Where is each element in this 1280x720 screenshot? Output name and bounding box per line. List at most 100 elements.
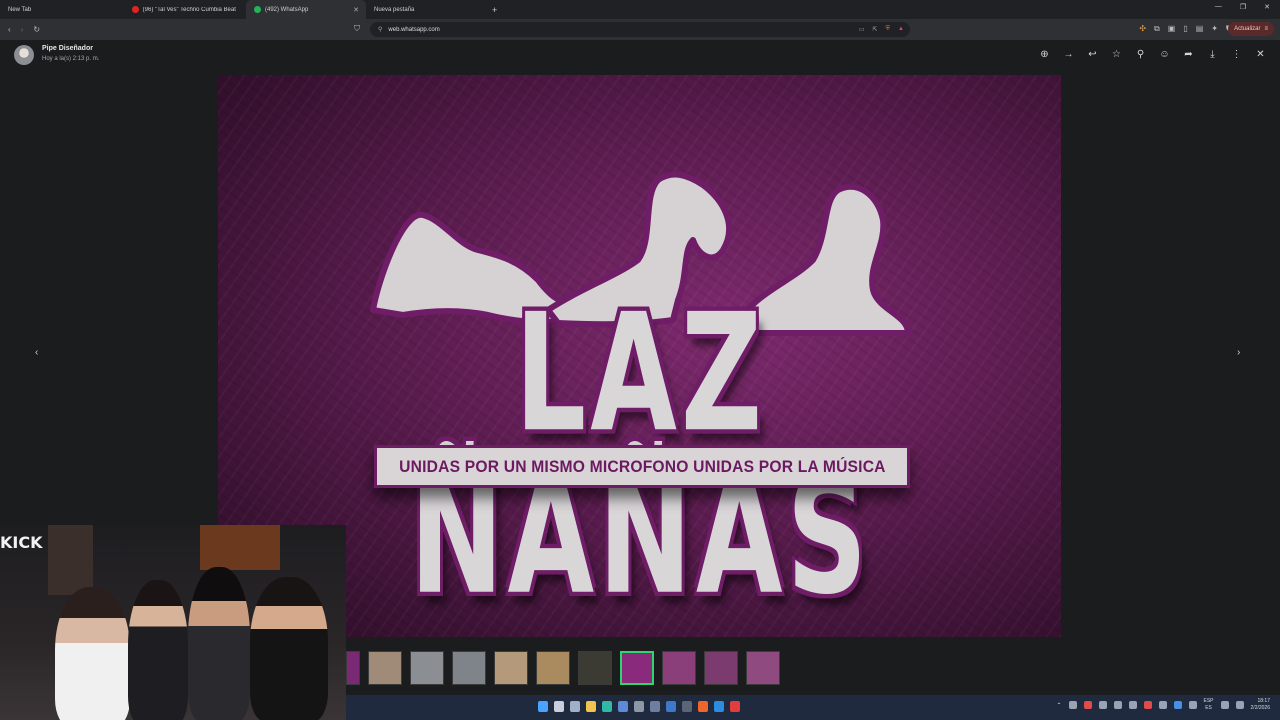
person [188,567,250,720]
mic-icon[interactable] [1188,701,1197,709]
pin-icon[interactable]: ⚲ [1135,49,1146,60]
windows-taskbar: ⌃ ESP ES 18:17 2/2/2026 [346,695,1280,720]
volume-icon[interactable] [1235,701,1244,709]
tab-nueva-pestana[interactable]: Nueva pestaña [366,0,486,19]
address-bar[interactable]: ⚲ web.whatsapp.com ▭ ⇱ ⛨ ▲ [370,22,910,37]
app-icon[interactable] [682,701,692,712]
url-text: web.whatsapp.com [388,26,440,33]
tray-icon[interactable] [1068,701,1077,709]
puzzle-icon[interactable]: ⧉ [1154,24,1160,34]
media-thumbnail-strip [346,651,780,687]
tab-youtube[interactable]: (96) "Tal Ves" Techno Cumbia Beat In [124,0,246,19]
close-window-icon[interactable]: ✕ [1264,3,1270,11]
clock[interactable]: 18:17 2/2/2026 [1251,698,1270,712]
rewards-icon[interactable]: ▲ [898,26,904,33]
media-thumbnail[interactable] [494,651,528,685]
sidebar-icon[interactable]: ▯ [1183,24,1187,34]
forward-message-icon[interactable]: → [1063,49,1074,60]
close-tab-icon[interactable]: ✕ [353,6,359,14]
person [128,580,188,720]
new-tab-button[interactable]: + [492,5,497,15]
media-thumbnail[interactable] [746,651,780,685]
start-icon[interactable] [538,701,548,712]
file-explorer-icon[interactable] [586,701,596,712]
install-app-icon[interactable]: ▭ [859,26,865,33]
avatar[interactable] [14,45,34,65]
media-thumbnail[interactable] [346,651,360,685]
more-options-icon[interactable]: ⋮ [1231,49,1242,60]
edge-icon[interactable] [602,701,612,712]
leo-icon[interactable]: ✦ [1211,24,1218,34]
nav-buttons: ‹ › ↻ [8,25,40,34]
media-thumbnail[interactable] [410,651,444,685]
app-icon[interactable] [666,701,676,712]
tray-icon[interactable] [1143,701,1152,709]
tray-icon[interactable] [1158,701,1167,709]
bluetooth-icon[interactable] [1173,701,1182,709]
media-thumbnail[interactable] [368,651,402,685]
language-code: ESP [1203,698,1214,704]
extensions-area: ✣ ⧉ ▣ ▯ ▤ ✦ ⛊ [1139,24,1232,34]
tray-icon[interactable] [1083,701,1092,709]
reply-icon[interactable]: ↩ [1087,49,1098,60]
extension-icon[interactable]: ✣ [1139,24,1146,34]
brave-shield-icon[interactable]: ⛨ [886,26,891,33]
media-thumbnail[interactable] [452,651,486,685]
star-icon[interactable]: ☆ [1111,49,1122,60]
tab-new-tab[interactable]: New Tab [0,0,124,19]
site-info-icon[interactable]: ⚲ [378,26,382,33]
search-icon[interactable] [554,701,564,712]
zoom-icon[interactable]: ⊕ [1039,49,1050,60]
media-thumbnail[interactable] [704,651,738,685]
viewer-actions: ⊕ → ↩ ☆ ⚲ ☺ ➦ ⤓ ⋮ ✕ [1039,49,1266,60]
media-viewer-header: Pipe Diseñador Hoy a la(s) 2:13 p. m. ⊕ … [0,40,1280,70]
media-thumbnail[interactable] [662,651,696,685]
browser-toolbar: ‹ › ↻ ⛉ ⚲ web.whatsapp.com ▭ ⇱ ⛨ ▲ ✣ ⧉ ▣… [0,19,1280,40]
download-icon[interactable]: ⤓ [1207,49,1218,60]
tab-label: (96) "Tal Ves" Techno Cumbia Beat In [142,6,238,13]
chevron-up-icon[interactable]: ⌃ [1056,702,1061,709]
task-view-icon[interactable] [570,701,580,712]
extension-icon[interactable]: ▣ [1168,24,1176,34]
youtube-icon [132,6,139,13]
forward-icon[interactable]: › [21,25,24,34]
update-button[interactable]: Actualizar ≡ [1228,22,1274,36]
media-thumbnail[interactable] [578,651,612,685]
address-bar-actions: ▭ ⇱ ⛨ ▲ [859,26,904,33]
app-icon[interactable] [618,701,628,712]
vscode-icon[interactable] [714,701,724,712]
tab-whatsapp[interactable]: (492) WhatsApp ✕ [246,0,366,19]
next-media-button[interactable]: › [1237,347,1240,358]
tray-icon[interactable] [1128,701,1137,709]
reload-icon[interactable]: ↻ [33,25,40,34]
webcam-overlay: KICK [0,525,346,720]
emoji-icon[interactable]: ☺ [1159,49,1170,60]
app-icon[interactable] [730,701,740,712]
close-icon[interactable]: ✕ [1255,49,1266,60]
share-icon[interactable]: ➦ [1183,49,1194,60]
maximize-icon[interactable]: ❐ [1240,3,1246,11]
media-thumbnail[interactable] [536,651,570,685]
back-icon[interactable]: ‹ [8,25,11,34]
person [250,577,328,720]
minimize-icon[interactable]: — [1215,3,1222,11]
tray-icon[interactable] [1098,701,1107,709]
app-icon[interactable] [650,701,660,712]
slogan-text: UNIDAS POR UN MISMO MICROFONO UNIDAS POR… [398,456,886,476]
clock-time: 18:17 [1257,698,1270,704]
network-icon[interactable] [1220,701,1229,709]
previous-media-button[interactable]: ‹ [35,347,38,358]
share-icon[interactable]: ⇱ [873,26,878,33]
media-thumbnail-selected[interactable] [620,651,654,685]
sender-name: Pipe Diseñador [42,45,93,52]
brave-icon[interactable] [698,701,708,712]
clock-date: 2/2/2026 [1250,705,1270,711]
language-indicator[interactable]: ESP ES [1204,698,1214,712]
bookmark-icon[interactable]: ⛉ [354,24,360,34]
tray-icon[interactable] [1113,701,1122,709]
browser-tab-bar: New Tab (96) "Tal Ves" Techno Cumbia Bea… [0,0,1280,19]
keyboard-layout: ES [1205,705,1212,711]
app-icon[interactable] [634,701,644,712]
tab-label: (492) WhatsApp [265,6,309,13]
wallet-icon[interactable]: ▤ [1196,24,1204,34]
